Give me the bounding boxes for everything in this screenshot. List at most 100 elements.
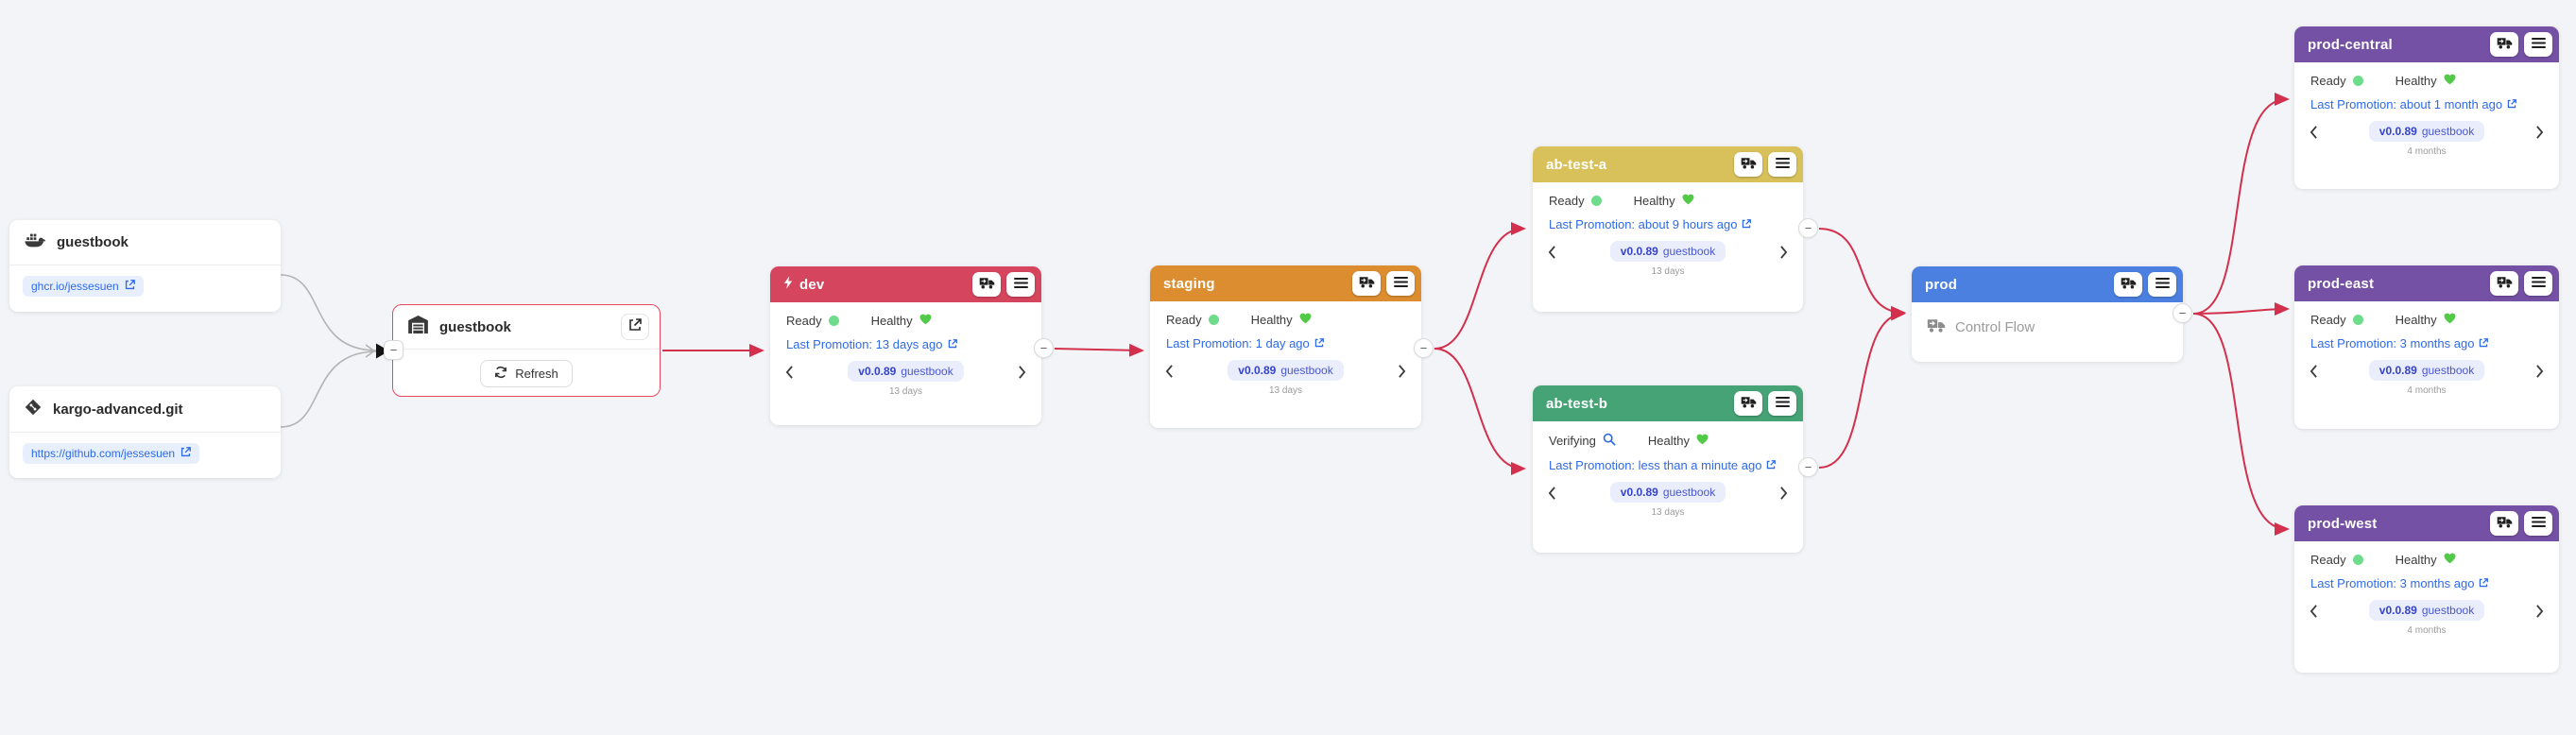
freight-prev-button[interactable] <box>2304 362 2324 385</box>
freight-version: v0.0.89 <box>1238 364 1276 377</box>
freight-chip[interactable]: v0.0.89 guestbook <box>2369 600 2484 621</box>
repo-card-kargo-advanced[interactable]: kargo-advanced.git https://github.com/je… <box>9 386 281 478</box>
freight-warehouse-label: guestbook <box>1663 245 1715 258</box>
freight-prev-button[interactable] <box>1542 243 1562 266</box>
freight-timeline-button[interactable] <box>1734 152 1762 177</box>
freight-next-button[interactable] <box>2530 362 2550 385</box>
stage-menu-button[interactable] <box>2524 511 2552 536</box>
freight-warehouse-label: guestbook <box>2422 364 2474 377</box>
truck-icon <box>2121 277 2137 293</box>
warehouse-title: guestbook <box>439 319 511 335</box>
collapse-button-prod-right[interactable]: − <box>2172 303 2192 323</box>
last-promotion-link[interactable]: Last Promotion: 3 months ago <box>2294 327 2559 350</box>
stage-node-prod-west[interactable]: prod-west Ready Healthy Last Promotion: … <box>2294 505 2559 673</box>
last-promotion-link[interactable]: Last Promotion: 1 day ago <box>1150 327 1421 350</box>
last-promotion-label: Last Promotion: 3 months ago <box>2310 336 2474 350</box>
freight-prev-button[interactable] <box>1542 484 1562 507</box>
external-link-icon <box>2479 336 2488 350</box>
heart-icon <box>1682 194 1694 208</box>
collapse-button-dev-right[interactable]: − <box>1034 338 1054 358</box>
last-promotion-label: Last Promotion: 3 months ago <box>2310 576 2474 590</box>
freight-next-button[interactable] <box>2530 602 2550 625</box>
freight-next-button[interactable] <box>1774 243 1794 266</box>
stage-header: prod-east <box>2294 265 2559 301</box>
stage-node-prod-east[interactable]: prod-east Ready Healthy Last Promotion: … <box>2294 265 2559 429</box>
freight-chip[interactable]: v0.0.89 guestbook <box>848 361 963 382</box>
external-link-icon <box>125 280 135 293</box>
freight-chip[interactable]: v0.0.89 guestbook <box>2369 360 2484 381</box>
stage-title: prod-central <box>2308 37 2393 53</box>
last-promotion-link[interactable]: Last Promotion: 13 days ago <box>770 328 1041 351</box>
stage-node-ab-test-b[interactable]: ab-test-b Verifying Healthy Last Promoti… <box>1533 385 1803 553</box>
last-promotion-link[interactable]: Last Promotion: less than a minute ago <box>1533 449 1803 472</box>
collapse-button-warehouse-left[interactable]: − <box>384 340 404 360</box>
stage-menu-button[interactable] <box>1768 391 1796 416</box>
stage-title: prod-east <box>2308 276 2374 292</box>
freight-next-button[interactable] <box>2530 123 2550 146</box>
warehouse-node-guestbook[interactable]: guestbook Refresh <box>392 304 661 397</box>
freight-timeline-button[interactable] <box>972 272 1001 297</box>
refresh-button[interactable]: Refresh <box>480 360 573 387</box>
freight-next-button[interactable] <box>1012 363 1032 386</box>
stage-header: ab-test-a <box>1533 146 1803 182</box>
last-promotion-link[interactable]: Last Promotion: 3 months ago <box>2294 567 2559 590</box>
stage-menu-button[interactable] <box>2524 271 2552 296</box>
collapse-button-staging-right[interactable]: − <box>1414 338 1434 358</box>
stage-menu-button[interactable] <box>2148 272 2176 297</box>
freight-chip[interactable]: v0.0.89 guestbook <box>1610 482 1726 503</box>
truck-icon <box>2497 276 2513 292</box>
stage-health-label: Healthy <box>1634 194 1675 208</box>
stage-health-label: Healthy <box>1648 434 1690 448</box>
stage-title: dev <box>799 277 824 293</box>
git-icon <box>25 399 42 419</box>
stage-node-prod-central[interactable]: prod-central Ready Healthy Last Promotio… <box>2294 26 2559 189</box>
freight-timeline-button[interactable] <box>2114 272 2142 297</box>
freight-age: 13 days <box>1269 385 1302 396</box>
freight-next-button[interactable] <box>1392 362 1412 385</box>
freight-prev-button[interactable] <box>780 363 799 386</box>
freight-timeline-button[interactable] <box>1352 271 1381 296</box>
freight-timeline-button[interactable] <box>2490 32 2518 57</box>
collapse-button-ab-test-a-right[interactable]: − <box>1798 218 1818 238</box>
repo-link-chip[interactable]: https://github.com/jessesuen <box>23 443 199 464</box>
repo-title: guestbook <box>57 234 129 250</box>
freight-age: 13 days <box>1651 507 1684 518</box>
repo-card-guestbook[interactable]: guestbook ghcr.io/jessesuen <box>9 220 281 312</box>
last-promotion-link[interactable]: Last Promotion: about 1 month ago <box>2294 88 2559 111</box>
freight-chip[interactable]: v0.0.89 guestbook <box>1228 360 1343 381</box>
stage-node-staging[interactable]: staging Ready Healthy Last Promotion: 1 … <box>1150 265 1421 428</box>
stage-menu-button[interactable] <box>1006 272 1035 297</box>
stage-menu-button[interactable] <box>1386 271 1415 296</box>
stage-node-dev[interactable]: dev Ready Healthy Last Promotion: 13 day… <box>770 266 1041 425</box>
freight-chip[interactable]: v0.0.89 guestbook <box>2369 121 2484 142</box>
freight-timeline-button[interactable] <box>2490 271 2518 296</box>
freight-timeline-button[interactable] <box>2490 511 2518 536</box>
stage-node-ab-test-a[interactable]: ab-test-a Ready Healthy Last Promotion: … <box>1533 146 1803 312</box>
last-promotion-label: Last Promotion: about 9 hours ago <box>1549 217 1737 231</box>
freight-timeline-button[interactable] <box>1734 391 1762 416</box>
freight-prev-button[interactable] <box>1159 362 1179 385</box>
truck-icon <box>1741 157 1757 173</box>
heart-icon <box>919 314 932 328</box>
stage-menu-button[interactable] <box>1768 152 1796 177</box>
stage-node-prod[interactable]: prod Control Flow <box>1912 266 2183 362</box>
warehouse-open-button[interactable] <box>621 314 649 340</box>
freight-prev-button[interactable] <box>2304 123 2324 146</box>
heart-icon <box>1299 313 1312 327</box>
external-link-icon <box>628 318 642 336</box>
collapse-button-ab-test-b-right[interactable]: − <box>1798 457 1818 477</box>
freight-next-button[interactable] <box>1774 484 1794 507</box>
stage-menu-button[interactable] <box>2524 32 2552 57</box>
last-promotion-link[interactable]: Last Promotion: about 9 hours ago <box>1533 208 1803 231</box>
freight-chip[interactable]: v0.0.89 guestbook <box>1610 241 1726 262</box>
freight-prev-button[interactable] <box>2304 602 2324 625</box>
repo-card-header: guestbook <box>9 220 281 265</box>
warehouse-icon <box>408 316 428 338</box>
freight-warehouse-label: guestbook <box>901 365 953 378</box>
last-promotion-label: Last Promotion: about 1 month ago <box>2310 97 2502 111</box>
repo-link-chip[interactable]: ghcr.io/jessesuen <box>23 276 144 297</box>
external-link-icon <box>2507 97 2516 111</box>
repo-card-header: kargo-advanced.git <box>9 386 281 433</box>
warehouse-header: guestbook <box>393 305 660 349</box>
hamburger-icon <box>1394 276 1408 292</box>
